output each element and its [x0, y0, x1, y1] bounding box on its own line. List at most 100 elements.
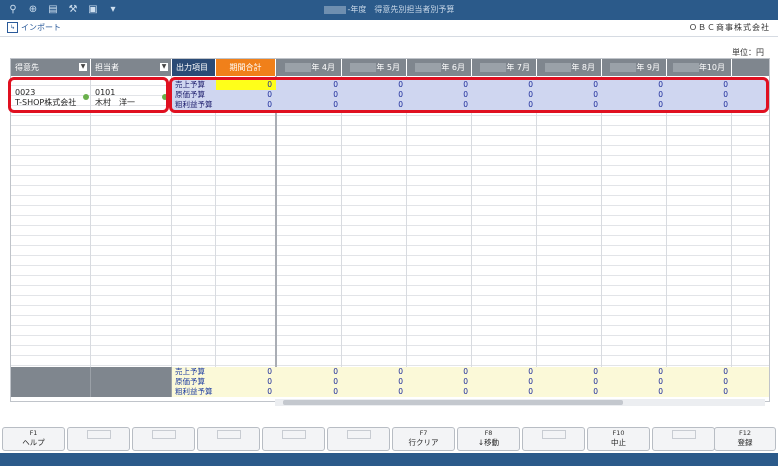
- totals-cell: 0: [593, 387, 598, 396]
- totals-cell: 0: [267, 387, 272, 396]
- totals-label: 粗利益予算: [175, 387, 213, 396]
- blank-key: [216, 430, 241, 439]
- dropdown-icon[interactable]: ▼: [79, 63, 87, 71]
- col-line: [536, 76, 537, 368]
- year-redacted: [672, 63, 699, 72]
- header-month: 年 7月: [472, 59, 537, 76]
- totals-cell: 0: [593, 377, 598, 386]
- totals-cell: 0: [267, 377, 272, 386]
- col-line: [666, 76, 667, 368]
- col-line: [406, 76, 407, 368]
- print-icon[interactable]: ▤: [46, 3, 60, 17]
- fkey-empty: [67, 427, 130, 451]
- totals-cell: 0: [463, 367, 468, 376]
- highlight-box-budget-rows: [169, 77, 769, 113]
- horizontal-scrollbar[interactable]: [275, 399, 765, 406]
- year-redacted: [610, 63, 637, 72]
- totals-gray: [11, 387, 91, 397]
- col-line: [171, 76, 172, 368]
- import-icon: ↳: [7, 22, 18, 33]
- totals-cell: 0: [528, 367, 533, 376]
- save-icon[interactable]: ▣: [86, 3, 100, 17]
- totals-cell: 0: [267, 367, 272, 376]
- blank-key: [281, 430, 306, 439]
- fkey-empty: [652, 427, 715, 451]
- header-output-item: 出力項目: [172, 59, 216, 76]
- totals-cell: 0: [398, 377, 403, 386]
- f7-clear-row-button[interactable]: F7 行クリア: [392, 427, 455, 451]
- col-line: [341, 76, 342, 368]
- totals-cell: 0: [333, 367, 338, 376]
- fkey-empty: [262, 427, 325, 451]
- blank-key: [86, 430, 111, 439]
- totals-cell: 0: [463, 387, 468, 396]
- totals-cell: 0: [528, 377, 533, 386]
- year-redacted: [480, 63, 507, 72]
- year-redacted: [285, 63, 312, 72]
- f1-help-button[interactable]: F1 ヘルプ: [2, 427, 65, 451]
- header-staff[interactable]: 担当者 ▼: [91, 59, 172, 76]
- totals-label: 原価予算: [175, 377, 205, 386]
- scrollbar-thumb[interactable]: [283, 400, 623, 405]
- blank-key: [541, 430, 566, 439]
- col-line: [731, 76, 732, 368]
- totals-gray: [91, 387, 172, 397]
- col-line: [215, 76, 216, 368]
- import-button[interactable]: ↳ インポート: [7, 22, 61, 34]
- totals-cell: 0: [398, 367, 403, 376]
- blank-key: [151, 430, 176, 439]
- totals-cell: 0: [723, 367, 728, 376]
- totals-gray: [91, 377, 172, 387]
- fkey-empty: [197, 427, 260, 451]
- zoom-icon[interactable]: ⊕: [26, 3, 40, 17]
- chevron-down-icon[interactable]: ▾: [106, 3, 120, 17]
- f8-move-down-button[interactable]: F8 ↓移動: [457, 427, 520, 451]
- grid-rows-background: [11, 76, 769, 368]
- search-plus-icon[interactable]: ⚲: [6, 3, 20, 17]
- col-line: [90, 76, 91, 368]
- totals-cell: 0: [658, 367, 663, 376]
- totals-cell: 0: [723, 387, 728, 396]
- function-key-bar: F1 ヘルプ F7 行クリア F8 ↓移動 F10 中止 F12 登録: [0, 427, 778, 453]
- header-month-overflow: [732, 59, 769, 76]
- totals-cell: 0: [333, 387, 338, 396]
- totals-cell: 0: [463, 377, 468, 386]
- totals-gray: [11, 367, 91, 377]
- header-month: 年 5月: [342, 59, 407, 76]
- unit-label: 単位：円: [732, 48, 764, 57]
- header-customer[interactable]: 得意先 ▼: [11, 59, 91, 76]
- fkey-empty: [132, 427, 195, 451]
- header-month: 年 9月: [602, 59, 667, 76]
- totals-cell: 0: [593, 367, 598, 376]
- fkey-empty: [327, 427, 390, 451]
- blank-key: [671, 430, 696, 439]
- dropdown-icon[interactable]: ▼: [160, 63, 168, 71]
- blank-key: [346, 430, 371, 439]
- title-bar: -年度 得意先別担当者別予算 ⚲ ⊕ ▤ ⚒ ▣ ▾: [0, 0, 778, 20]
- totals-gray: [91, 367, 172, 377]
- header-month: 年 4月: [276, 59, 342, 76]
- totals-cell: 0: [528, 387, 533, 396]
- header-period-total: 期間合計: [216, 59, 276, 76]
- header-month: 年 8月: [537, 59, 602, 76]
- status-bar: [0, 453, 778, 466]
- col-line: [601, 76, 602, 368]
- company-name: ＯＢＣ商事株式会社: [689, 23, 770, 32]
- year-redacted: [350, 63, 377, 72]
- col-line: [275, 76, 277, 368]
- col-line: [471, 76, 472, 368]
- f10-cancel-button[interactable]: F10 中止: [587, 427, 650, 451]
- header-month: 年10月: [667, 59, 732, 76]
- totals-label: 売上予算: [175, 367, 205, 376]
- fiscal-year-redacted: [323, 5, 346, 14]
- tool-icon[interactable]: ⚒: [66, 3, 80, 17]
- f12-register-button[interactable]: F12 登録: [714, 427, 776, 451]
- header-month: 年 6月: [407, 59, 472, 76]
- totals-cell: 0: [658, 377, 663, 386]
- totals-cell: 0: [333, 377, 338, 386]
- fkey-empty: [522, 427, 585, 451]
- totals-cell: 0: [658, 387, 663, 396]
- totals-gray: [11, 377, 91, 387]
- toolbar-divider: [0, 36, 778, 37]
- totals-cell: 0: [398, 387, 403, 396]
